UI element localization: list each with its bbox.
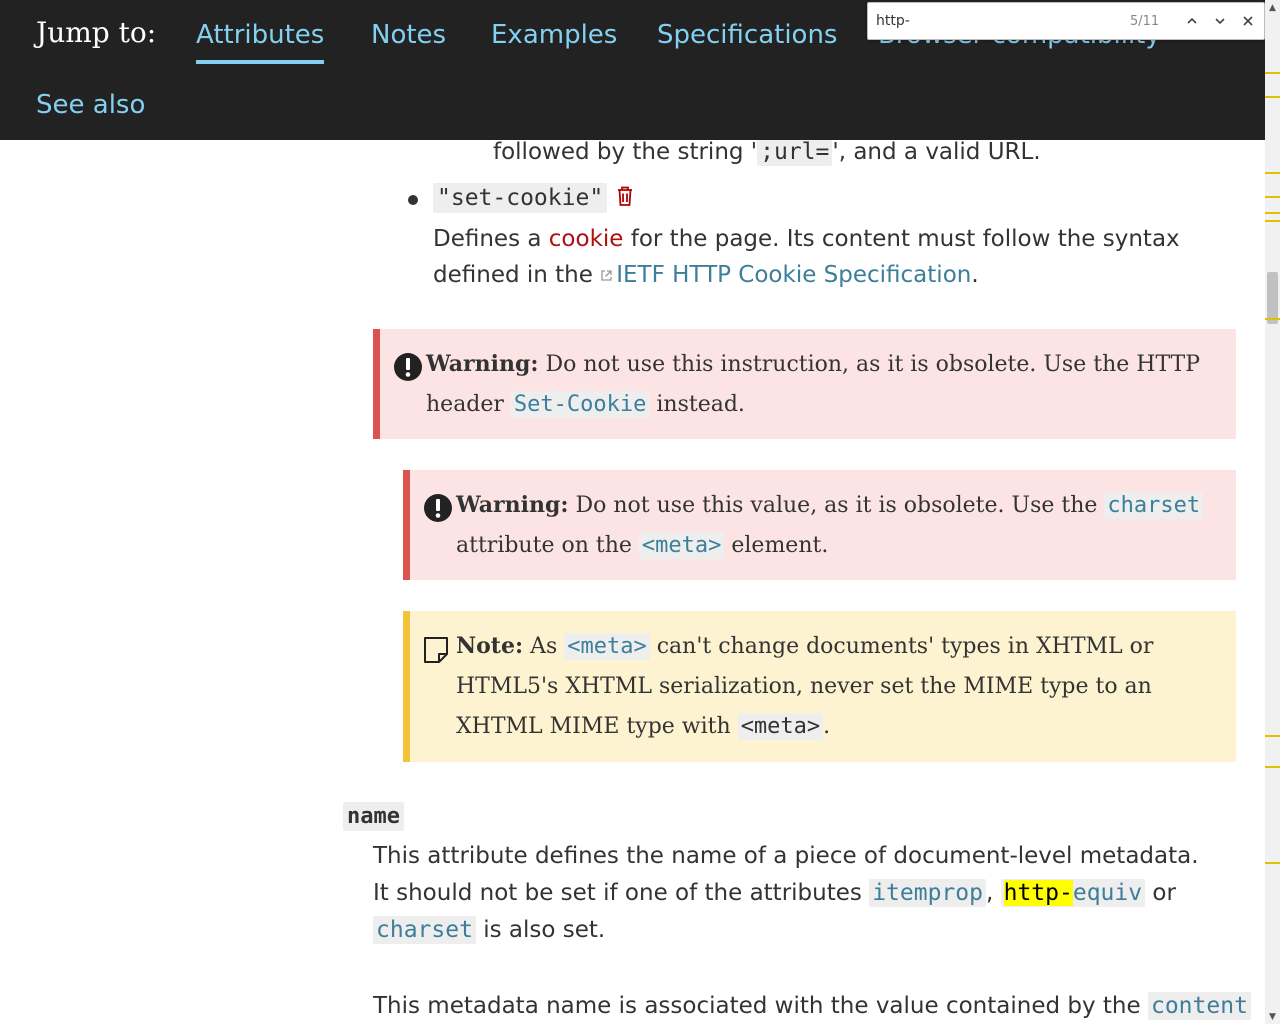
note-callout-mime-type: Note: As <meta> can't change documents' … — [403, 611, 1236, 762]
text: followed by the string ' — [493, 140, 758, 165]
set-cookie-description: Defines a cookie for the page. Its conte… — [433, 221, 1193, 293]
jump-link-attributes[interactable]: Attributes — [196, 20, 325, 64]
ietf-cookie-spec-link[interactable]: IETF HTTP Cookie Specification — [616, 262, 971, 288]
text: attribute on the — [456, 533, 639, 558]
warning-label: Warning: — [456, 492, 569, 518]
code-name: name — [343, 802, 404, 831]
external-link-icon — [601, 270, 612, 281]
text: or — [1145, 880, 1176, 906]
meta-element-link[interactable]: <meta> — [564, 633, 650, 660]
warning-text: Warning: Do not use this instruction, as… — [426, 344, 1206, 425]
charset-attribute-link[interactable]: charset — [1104, 492, 1204, 519]
find-highlight: http- — [1003, 880, 1073, 906]
chevron-down-icon — [1215, 18, 1225, 25]
scroll-down-arrow[interactable]: ▼ — [1265, 1009, 1280, 1024]
jump-link-examples[interactable]: Examples — [491, 20, 617, 50]
text: Defines a — [433, 226, 549, 252]
set-cookie-header-link[interactable]: Set-Cookie — [510, 391, 650, 418]
warning-callout-obsolete-instruction: Warning: Do not use this instruction, as… — [373, 329, 1236, 439]
code-text: equiv — [1072, 880, 1143, 906]
find-match-marker — [1265, 766, 1280, 768]
text: Do not use this value, as it is obsolete… — [568, 493, 1105, 518]
jump-to-label: Jump to: — [36, 16, 157, 49]
text: As — [523, 634, 565, 659]
itemprop-link[interactable]: itemprop — [869, 879, 986, 907]
meta-element-link[interactable]: <meta> — [638, 532, 725, 559]
find-match-marker — [1265, 72, 1280, 74]
list-bullet — [408, 195, 418, 205]
note-icon — [424, 637, 448, 663]
name-attribute-description-2: This metadata name is associated with th… — [373, 988, 1253, 1024]
set-cookie-term: "set-cookie" — [433, 183, 634, 213]
code-set-cookie: "set-cookie" — [433, 183, 608, 213]
find-next-button[interactable] — [1210, 11, 1230, 31]
find-match-marker — [1265, 220, 1280, 222]
text: instead. — [649, 392, 745, 417]
name-attribute-description: This attribute defines the name of a pie… — [373, 838, 1213, 949]
charset-link[interactable]: charset — [373, 916, 476, 944]
attribute-term-name: name — [343, 802, 404, 831]
http-equiv-link[interactable]: http-equiv — [1000, 879, 1146, 907]
text: . — [823, 714, 831, 739]
text: is also set. — [475, 917, 606, 943]
chevron-up-icon — [1187, 17, 1197, 24]
jump-link-specifications[interactable]: Specifications — [657, 20, 837, 50]
warning-callout-obsolete-value: Warning: Do not use this value, as it is… — [403, 470, 1236, 580]
warning-text: Warning: Do not use this value, as it is… — [456, 485, 1206, 566]
cookie-link[interactable]: cookie — [549, 226, 624, 252]
find-close-button[interactable] — [1238, 11, 1258, 31]
jump-link-see-also[interactable]: See also — [36, 90, 145, 120]
code-url: ;url= — [757, 140, 833, 166]
find-match-marker — [1265, 735, 1280, 737]
find-input[interactable] — [874, 9, 1118, 33]
vertical-scrollbar[interactable]: ▲ ▼ — [1265, 0, 1280, 1024]
trash-icon — [618, 186, 633, 206]
content-attribute-link[interactable]: content — [1147, 992, 1251, 1020]
warning-icon — [394, 353, 422, 381]
close-icon — [1243, 16, 1253, 26]
text: element. — [724, 533, 829, 558]
find-match-marker — [1265, 212, 1280, 214]
refresh-description-tail: followed by the string ' ;url= ', and a va… — [493, 140, 1041, 170]
text: This metadata name is associated with th… — [373, 993, 1148, 1019]
warning-icon — [424, 494, 452, 522]
text: . — [971, 262, 979, 288]
scroll-thumb[interactable] — [1267, 272, 1278, 324]
note-label: Note: — [456, 633, 524, 659]
find-match-marker — [1265, 862, 1280, 864]
find-match-count: 5/11 — [1130, 14, 1160, 29]
find-bar: 5/11 — [867, 2, 1265, 40]
text: ', and a valid URL. — [832, 140, 1041, 165]
code-meta: <meta> — [737, 713, 824, 740]
note-text: Note: As <meta> can't change documents' … — [456, 626, 1206, 747]
find-match-marker — [1265, 172, 1280, 174]
text: , — [985, 880, 1001, 906]
find-match-marker — [1265, 96, 1280, 98]
find-match-marker — [1265, 318, 1280, 320]
scroll-up-arrow[interactable]: ▲ — [1265, 0, 1280, 15]
article-content: followed by the string ' ;url= ', and a va… — [0, 140, 1265, 1024]
jump-link-notes[interactable]: Notes — [371, 20, 446, 50]
find-match-marker — [1265, 196, 1280, 198]
warning-label: Warning: — [426, 351, 539, 377]
find-previous-button[interactable] — [1182, 11, 1202, 31]
